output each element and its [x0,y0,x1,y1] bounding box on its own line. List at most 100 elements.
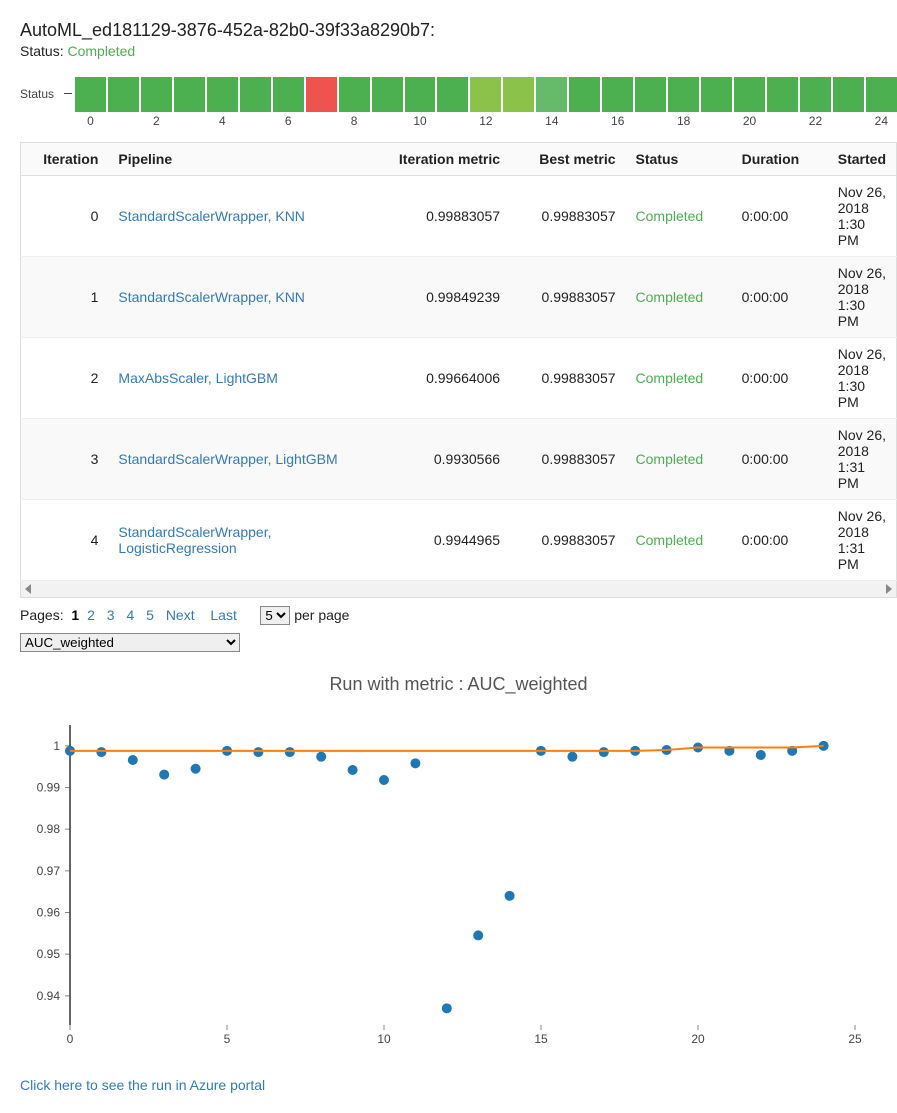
table-row[interactable]: 2MaxAbsScaler, LightGBM0.996640060.99883… [21,338,897,419]
status-cell[interactable] [701,77,732,112]
chart-point[interactable] [128,755,138,765]
svg-text:1: 1 [53,739,60,753]
svg-text:0.99: 0.99 [37,781,61,795]
chart-point[interactable] [191,764,201,774]
status-cell[interactable] [833,77,864,112]
chart-point[interactable] [473,930,483,940]
svg-text:25: 25 [848,1032,862,1046]
status-cell[interactable] [339,77,370,112]
cell-pipeline[interactable]: MaxAbsScaler, LightGBM [108,338,378,419]
cell-best-metric: 0.99883057 [510,338,625,419]
status-cell[interactable] [734,77,765,112]
chart-point[interactable] [442,1003,452,1013]
col-started[interactable]: Started [828,143,897,176]
status-cell[interactable] [240,77,271,112]
cell-duration: 0:00:00 [732,419,828,500]
chart-point[interactable] [159,770,169,780]
status-value: Completed [67,43,135,59]
table-horizontal-scrollbar[interactable] [20,581,897,598]
run-title: AutoML_ed181129-3876-452a-82b0-39f33a829… [20,20,897,41]
status-cell[interactable] [470,77,501,112]
chart-point[interactable] [410,758,420,768]
cell-status: Completed [626,176,732,257]
plot-title: Run with metric : AUC_weighted [20,674,897,695]
cell-iteration: 3 [21,419,109,500]
status-cell[interactable] [800,77,831,112]
pagination: Pages: 1 2 3 4 5 Next Last 5 per page [20,606,897,625]
cell-status: Completed [626,257,732,338]
status-bar-axis-label: Status [20,77,54,112]
table-row[interactable]: 4StandardScalerWrapper, LogisticRegressi… [21,500,897,581]
page-number[interactable]: 5 [142,607,158,623]
cell-duration: 0:00:00 [732,338,828,419]
status-cell[interactable] [174,77,205,112]
cell-started: Nov 26, 2018 1:30 PM [828,338,897,419]
status-cell[interactable] [207,77,238,112]
page-number[interactable]: 4 [122,607,138,623]
status-bar-chart: Status 024681012141618202224 [20,67,897,128]
chart-point[interactable] [96,747,106,757]
cell-duration: 0:00:00 [732,500,828,581]
cell-started: Nov 26, 2018 1:30 PM [828,257,897,338]
status-cell[interactable] [668,77,699,112]
cell-best-metric: 0.99883057 [510,419,625,500]
status-cell[interactable] [569,77,600,112]
col-duration[interactable]: Duration [732,143,828,176]
table-row[interactable]: 1StandardScalerWrapper, KNN0.998492390.9… [21,257,897,338]
metric-chart[interactable]: 0.940.950.960.970.980.9910510152025 [20,715,875,1055]
table-row[interactable]: 3StandardScalerWrapper, LightGBM0.993056… [21,419,897,500]
chart-point[interactable] [253,747,263,757]
col-iteration-metric[interactable]: Iteration metric [378,143,510,176]
page-last[interactable]: Last [206,607,240,623]
metric-select[interactable]: AUC_weighted [20,633,240,652]
chart-point[interactable] [756,750,766,760]
cell-pipeline[interactable]: StandardScalerWrapper, LogisticRegressio… [108,500,378,581]
svg-text:10: 10 [377,1032,391,1046]
chart-point[interactable] [348,765,358,775]
status-cell[interactable] [141,77,172,112]
status-cell[interactable] [437,77,468,112]
svg-text:0.95: 0.95 [37,947,61,961]
status-cell[interactable] [635,77,666,112]
per-page-select[interactable]: 5 [260,606,290,625]
status-cell[interactable] [273,77,304,112]
cell-iteration: 0 [21,176,109,257]
status-cell[interactable] [75,77,106,112]
status-cell[interactable] [108,77,139,112]
chart-point[interactable] [599,747,609,757]
cell-pipeline[interactable]: StandardScalerWrapper, LightGBM [108,419,378,500]
cell-pipeline[interactable]: StandardScalerWrapper, KNN [108,176,378,257]
status-cell[interactable] [405,77,436,112]
table-row[interactable]: 0StandardScalerWrapper, KNN0.998830570.9… [21,176,897,257]
cell-pipeline[interactable]: StandardScalerWrapper, KNN [108,257,378,338]
status-cell[interactable] [306,77,337,112]
svg-text:0.94: 0.94 [37,989,61,1003]
chart-point[interactable] [316,752,326,762]
status-cell[interactable] [602,77,633,112]
cell-iter-metric: 0.9930566 [378,419,510,500]
col-status[interactable]: Status [626,143,732,176]
status-cell[interactable] [866,77,897,112]
col-pipeline[interactable]: Pipeline [108,143,378,176]
chart-point[interactable] [379,775,389,785]
cell-duration: 0:00:00 [732,257,828,338]
cell-iter-metric: 0.99849239 [378,257,510,338]
azure-portal-link[interactable]: Click here to see the run in Azure porta… [20,1077,265,1093]
page-number[interactable]: 3 [103,607,119,623]
svg-text:15: 15 [534,1032,548,1046]
status-cell[interactable] [536,77,567,112]
col-best-metric[interactable]: Best metric [510,143,625,176]
status-cell[interactable] [372,77,403,112]
svg-text:20: 20 [691,1032,705,1046]
per-page-label: per page [294,607,349,623]
col-iteration[interactable]: Iteration [21,143,109,176]
chart-point[interactable] [505,891,515,901]
chart-point[interactable] [285,747,295,757]
page-number[interactable]: 2 [83,607,99,623]
svg-text:0.96: 0.96 [37,906,61,920]
status-cell[interactable] [503,77,534,112]
iterations-table: Iteration Pipeline Iteration metric Best… [20,142,897,581]
status-cell[interactable] [767,77,798,112]
page-next[interactable]: Next [162,607,199,623]
chart-point[interactable] [567,752,577,762]
